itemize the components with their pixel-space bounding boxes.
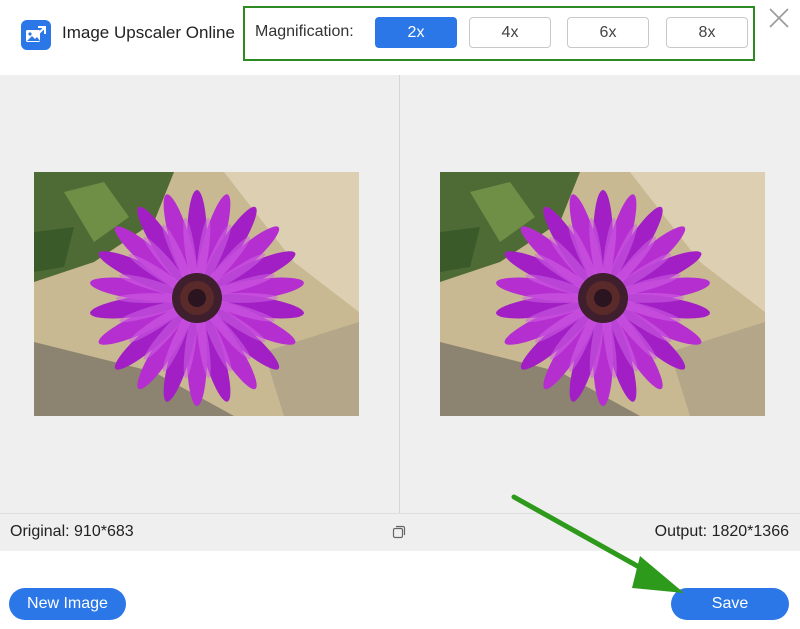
output-size-info: Output: 1820*1366 xyxy=(655,523,789,541)
divider xyxy=(399,75,400,513)
app-title: Image Upscaler Online xyxy=(62,23,235,42)
save-button[interactable]: Save xyxy=(671,588,789,620)
close-icon[interactable] xyxy=(768,7,790,29)
output-label: Output: xyxy=(654,523,708,540)
original-size: 910*683 xyxy=(74,523,134,540)
magnification-6x-button[interactable]: 6x xyxy=(567,17,649,48)
original-size-info: Original: 910*683 xyxy=(10,523,134,541)
magnification-group: Magnification: 2x 4x 6x 8x xyxy=(243,6,755,61)
magnification-label: Magnification: xyxy=(255,23,354,40)
info-bar: Original: 910*683 Output: 1820*1366 xyxy=(0,513,800,551)
magnification-2x-button[interactable]: 2x xyxy=(375,17,457,48)
compare-icon[interactable] xyxy=(392,525,406,539)
original-label: Original: xyxy=(10,523,70,540)
image-upscaler-icon xyxy=(21,20,51,50)
magnification-4x-button[interactable]: 4x xyxy=(469,17,551,48)
original-image xyxy=(34,172,359,416)
output-image xyxy=(440,172,765,416)
magnification-8x-button[interactable]: 8x xyxy=(666,17,748,48)
header: Image Upscaler Online Magnification: 2x … xyxy=(0,0,800,72)
new-image-button[interactable]: New Image xyxy=(9,588,126,620)
preview-area xyxy=(0,75,800,513)
output-size: 1820*1366 xyxy=(711,523,789,540)
